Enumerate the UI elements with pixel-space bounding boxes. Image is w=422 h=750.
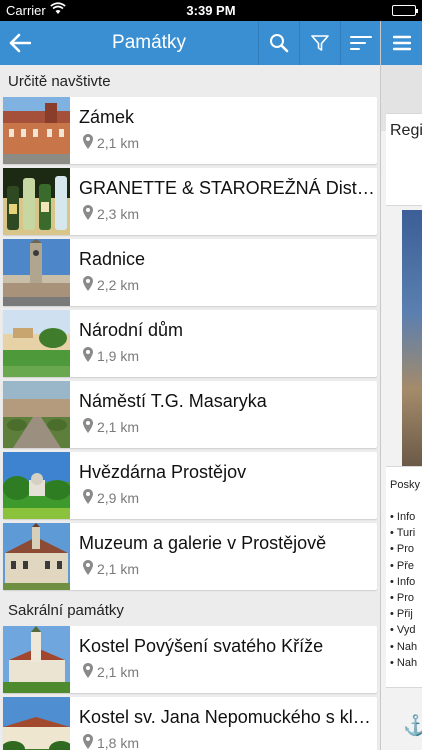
hamburger-icon <box>393 35 411 51</box>
list-item[interactable]: Kostel Povýšení svatého Kříže 2,1 km <box>3 626 377 697</box>
location-pin-icon <box>83 489 93 504</box>
place-distance: 2,9 km <box>97 490 140 506</box>
list-item[interactable]: Národní dům 1,9 km <box>3 310 377 381</box>
region-card-title: Regi <box>390 122 422 139</box>
place-distance: 1,9 km <box>97 348 140 364</box>
info-list: Info Turi Pro Pře Info Pro Přij Vyd Nah … <box>390 511 417 673</box>
place-name: Náměstí T.G. Masaryka <box>79 391 267 411</box>
place-distance: 2,1 km <box>97 664 140 680</box>
list-item[interactable]: Radnice 2,2 km <box>3 239 377 310</box>
info-list-item: Info <box>390 511 417 527</box>
location-pin-icon <box>83 418 93 433</box>
info-card: Posky Info Turi Pro Pře Info Pro Přij Vy… <box>386 466 422 688</box>
location-pin-icon <box>83 734 93 749</box>
sort-button[interactable] <box>340 21 380 65</box>
sort-icon <box>349 36 372 50</box>
location-pin-icon <box>83 560 93 575</box>
place-thumbnail <box>3 310 70 377</box>
info-list-item: Nah <box>390 657 417 673</box>
place-thumbnail <box>3 97 70 164</box>
place-thumbnail <box>3 452 70 519</box>
place-name: Hvězdárna Prostějov <box>79 462 247 482</box>
place-name: Kostel sv. Jana Nepomuckého s kláš. <box>79 707 375 727</box>
filter-button[interactable] <box>299 21 339 65</box>
place-distance: 2,1 km <box>97 419 140 435</box>
status-bar: Carrier 3:39 PM <box>0 0 422 21</box>
info-list-item: Přij <box>390 608 417 624</box>
list-item[interactable]: Kostel sv. Jana Nepomuckého s kláš. 1,8 … <box>3 697 377 750</box>
info-list-item: Pro <box>390 592 417 608</box>
battery-icon <box>392 5 418 16</box>
place-distance: 2,2 km <box>97 277 140 293</box>
place-name: Kostel Povýšení svatého Kříže <box>79 636 324 656</box>
page-title: Památky <box>112 32 186 53</box>
status-time: 3:39 PM <box>186 3 236 18</box>
place-name: Národní dům <box>79 320 184 340</box>
list-item[interactable]: Náměstí T.G. Masaryka 2,1 km <box>3 381 377 452</box>
place-thumbnail <box>3 168 70 235</box>
info-list-item: Info <box>390 576 417 592</box>
side-panel: Regi Posky Info Turi Pro Pře Info Pro Př… <box>380 21 422 750</box>
filter-icon <box>310 35 329 51</box>
info-list-item: Turi <box>390 527 417 543</box>
list-item[interactable]: Hvězdárna Prostějov 2,9 km <box>3 452 377 523</box>
location-pin-icon <box>83 663 93 678</box>
navigation-bar: Památky <box>0 21 380 65</box>
place-thumbnail <box>3 239 70 306</box>
section-header: Určitě navštivte <box>0 65 380 97</box>
location-pin-icon <box>83 347 93 362</box>
region-card[interactable]: Regi <box>386 113 422 206</box>
anchor-icon[interactable]: ⚓ <box>403 713 422 738</box>
list-item[interactable]: GRANETTE & STAROREŽNÁ Distiller... 2,3 k… <box>3 168 377 239</box>
list-item[interactable]: Zámek 2,1 km <box>3 97 377 168</box>
place-distance: 2,3 km <box>97 206 140 222</box>
back-button[interactable] <box>0 21 40 65</box>
info-list-item: Pro <box>390 543 417 559</box>
place-distance: 2,1 km <box>97 135 140 151</box>
search-icon <box>269 34 288 53</box>
menu-button[interactable] <box>381 21 422 65</box>
place-distance: 1,8 km <box>97 735 140 750</box>
place-name: Zámek <box>79 107 135 127</box>
info-heading: Posky <box>390 479 420 491</box>
location-pin-icon <box>83 205 93 220</box>
place-thumbnail <box>3 697 70 750</box>
section-header: Sakrální památky <box>0 594 380 626</box>
panel-photo <box>402 210 422 466</box>
place-name: Radnice <box>79 249 146 269</box>
info-list-item: Vyd <box>390 624 417 640</box>
place-thumbnail <box>3 523 70 590</box>
place-name: GRANETTE & STAROREŽNÁ Distiller... <box>79 178 375 198</box>
arrow-left-icon <box>9 33 31 53</box>
info-list-item: Nah <box>390 641 417 657</box>
location-pin-icon <box>83 134 93 149</box>
place-thumbnail <box>3 381 70 448</box>
place-thumbnail <box>3 626 70 693</box>
places-list[interactable]: Určitě navštivte Zámek 2,1 km GRANETTE &… <box>0 65 380 750</box>
list-item[interactable]: Muzeum a galerie v Prostějově 2,1 km <box>3 523 377 594</box>
search-button[interactable] <box>258 21 298 65</box>
place-distance: 2,1 km <box>97 561 140 577</box>
info-list-item: Pře <box>390 560 417 576</box>
place-name: Muzeum a galerie v Prostějově <box>79 533 327 553</box>
location-pin-icon <box>83 276 93 291</box>
